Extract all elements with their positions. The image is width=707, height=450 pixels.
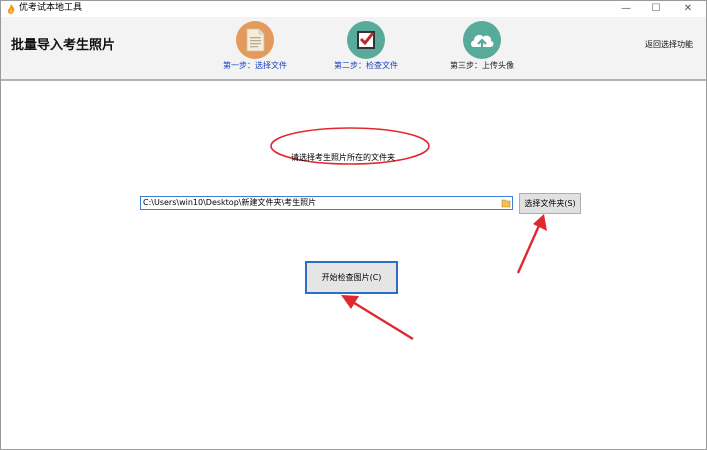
start-check-button[interactable]: 开始检查图片(C) <box>305 261 398 294</box>
cloud-upload-icon <box>471 34 494 50</box>
header-band: 批量导入考生照片 第一步：选择文件 第二步：检查文件 第三步：上传头像 返回选择… <box>1 17 706 79</box>
window-title: 优考试本地工具 <box>19 3 83 13</box>
step-select-file[interactable]: 第一步：选择文件 <box>210 21 300 71</box>
document-icon <box>246 28 265 52</box>
step3-label: 第三步：上传头像 <box>450 61 514 70</box>
flame-icon <box>7 4 15 14</box>
step-upload-avatar[interactable]: 第三步：上传头像 <box>437 21 527 71</box>
back-to-functions-link[interactable]: 返回选择功能 <box>645 39 693 50</box>
header-divider <box>1 79 706 81</box>
folder-path-input[interactable]: C:\Users\win10\Desktop\新建文件夹\考生照片 <box>140 196 513 210</box>
folder-prompt: 请选择考生照片所在的文件夹 <box>291 153 395 162</box>
title-bar[interactable]: 优考试本地工具 — ☐ ✕ <box>1 1 706 17</box>
minimize-button[interactable]: — <box>611 1 641 17</box>
step1-circle <box>236 21 274 59</box>
app-window: 优考试本地工具 — ☐ ✕ 批量导入考生照片 第一步：选择文件 第二步：检查文件… <box>0 0 707 450</box>
annotation-arrow-folder <box>516 214 547 274</box>
checkbox-icon <box>357 31 375 49</box>
step1-label: 第一步：选择文件 <box>223 61 287 70</box>
step2-label: 第二步：检查文件 <box>334 61 398 70</box>
maximize-button[interactable]: ☐ <box>641 1 671 17</box>
step2-circle <box>347 21 385 59</box>
close-button[interactable]: ✕ <box>673 1 703 17</box>
page-title: 批量导入考生照片 <box>11 38 116 53</box>
annotation-arrow-start <box>341 295 414 341</box>
folder-browse-icon[interactable] <box>501 198 511 208</box>
step3-circle <box>463 21 501 59</box>
step-check-file[interactable]: 第二步：检查文件 <box>321 21 411 71</box>
